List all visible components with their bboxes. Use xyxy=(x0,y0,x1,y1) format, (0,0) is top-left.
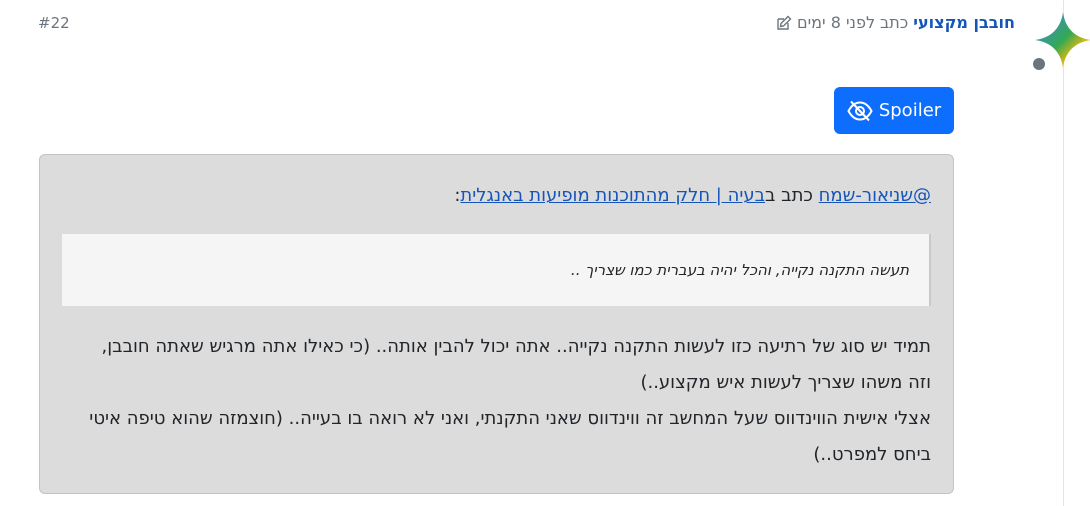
wrote-label: כתב xyxy=(880,13,909,32)
timeline-line xyxy=(1063,0,1064,506)
blockquote-text: תעשה התקנה נקייה, והכל יהיה בעברית כמו ש… xyxy=(570,261,909,279)
spoiler-button-label: Spoiler xyxy=(878,100,942,121)
spoiler-content: @שניאור-שמח כתב בבעיה | חלק מהתוכנות מופ… xyxy=(39,154,954,494)
eye-slash-icon xyxy=(847,100,873,122)
edit-icon xyxy=(776,15,792,31)
body-line: תמיד יש סוג של רתיעה כזו לעשות התקנה נקי… xyxy=(101,336,931,357)
mention-link[interactable]: @שניאור-שמח xyxy=(819,185,931,206)
quote-header: @שניאור-שמח כתב בבעיה | חלק מהתוכנות מופ… xyxy=(454,185,931,206)
blockquote: תעשה התקנה נקייה, והכל יהיה בעברית כמו ש… xyxy=(62,234,931,306)
topic-link[interactable]: בעיה | חלק מהתוכנות מופיעות באנגלית xyxy=(460,185,765,206)
post-body: תמיד יש סוג של רתיעה כזו לעשות התקנה נקי… xyxy=(51,329,931,473)
post-index[interactable]: #22 xyxy=(38,14,70,32)
status-dot xyxy=(1033,58,1045,70)
post-container: #22 חובבן מקצועי כתב לפני 8 ימים Spoiler… xyxy=(0,0,1090,506)
body-line: אצלי אישית הווינדווס שעל המחשב זה ווינדו… xyxy=(89,408,931,429)
author-name[interactable]: חובבן מקצועי xyxy=(913,13,1015,32)
spoiler-button[interactable]: Spoiler xyxy=(834,87,954,134)
post-header: חובבן מקצועי כתב לפני 8 ימים xyxy=(776,13,1015,32)
body-line: וזה משהו שצריך לעשות איש מקצוע..) xyxy=(640,372,931,393)
body-line: ביחס למפרט..) xyxy=(813,444,931,465)
quote-wrote-label: כתב ב xyxy=(765,185,813,206)
post-timestamp[interactable]: לפני 8 ימים xyxy=(797,13,875,32)
